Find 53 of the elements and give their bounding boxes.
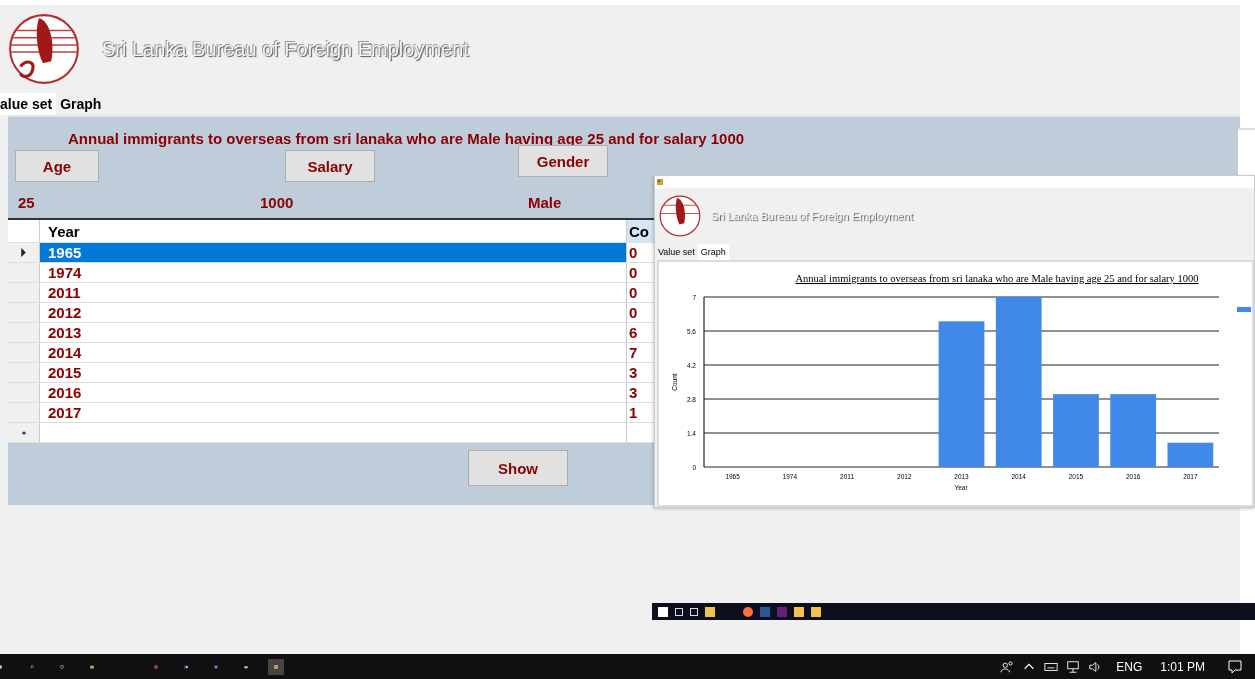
app-title: Sri Lanka Bureau of Foreign Employment [711,210,913,222]
tab[interactable]: Value set [655,244,698,260]
grid-row[interactable]: 2016 3 [8,383,654,403]
notification-icon[interactable] [1227,658,1243,675]
new-row-icon [21,430,26,435]
tab[interactable]: alue set [0,93,57,115]
app-title: Sri Lanka Bureau of Foreign Employment [102,37,469,61]
grid-row[interactable]: 2012 0 [8,303,654,323]
legend-swatch [1237,307,1251,312]
table-cell-text: 7 [628,343,639,362]
table-cell-text: 6 [628,323,639,342]
table-cell: 1974 [40,263,627,282]
grid-row[interactable]: 2013 6 [8,323,654,343]
chart-title: Annual immigrants to overseas from sri lanaka who are Male having age 25 and for salary 1000 [795,273,1199,284]
row-pointer-icon [21,248,26,257]
row-header[interactable] [8,243,40,262]
filter-value: 1000 [260,194,294,211]
table-cell: 2011 [40,283,627,302]
filter-value: Male [528,194,562,211]
table-cell: 2014 [40,343,627,362]
grid-row[interactable]: 2015 3 [8,363,654,383]
show-button[interactable]: Show [468,450,568,486]
table-cell: 2015 [40,363,627,382]
clock[interactable]: 1:01 PM [1160,659,1205,674]
bar [1167,442,1214,467]
table-cell: 2016 [40,383,627,402]
table-cell-text: 0 [628,283,639,302]
tab[interactable]: Graph [697,244,729,260]
grid-row[interactable]: 2014 7 [8,343,654,363]
column-header[interactable]: Co [627,220,654,242]
grid-row[interactable]: 1965 0 [8,243,654,263]
table-cell: 2017 [40,403,627,422]
table-cell: 1965 [40,243,627,262]
table-cell-text: 1 [628,403,639,422]
table-cell: 2012 [40,303,627,322]
grid-row[interactable]: 2011 0 [8,283,654,303]
filter-value: 25 [18,194,35,211]
table-cell: 2013 [40,323,627,342]
network-icon[interactable] [1066,659,1081,674]
people-icon[interactable] [1000,659,1015,674]
grid-row[interactable]: 2017 1 [8,403,654,423]
logo-icon [659,193,701,239]
filter-button[interactable]: Gender [518,145,608,177]
table-cell-text: 0 [628,243,639,262]
table-cell-text: 0 [628,263,639,282]
start-icon[interactable] [658,606,668,617]
table-cell-text: 3 [628,363,639,382]
language-indicator[interactable]: ENG [1116,659,1143,674]
table-cell-text: 0 [628,303,639,322]
filter-button[interactable]: Salary [285,150,375,182]
filter-button[interactable]: Age [15,150,99,182]
table-cell-text: 3 [628,383,639,402]
grid-row[interactable]: 1974 0 [8,263,654,283]
